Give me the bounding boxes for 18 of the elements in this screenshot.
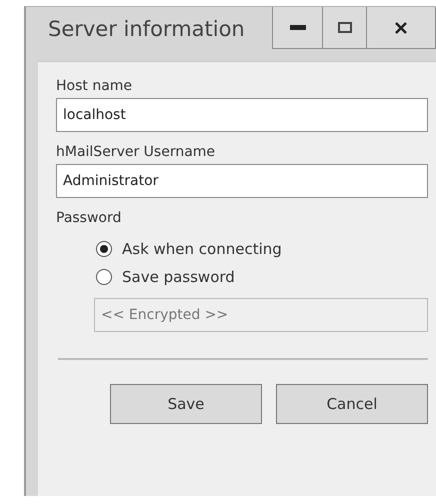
maximize-icon (338, 22, 352, 33)
dialog-button[interactable]: Cancel (276, 384, 428, 424)
dialog-button[interactable]: Save (110, 384, 262, 424)
radio-button[interactable] (96, 269, 112, 285)
minimize-button[interactable] (272, 7, 323, 49)
maximize-button[interactable] (322, 7, 367, 49)
window-title: Server information (47, 16, 246, 41)
field-label: Password (56, 210, 122, 226)
close-icon (395, 22, 407, 34)
field-label: hMailServer Username (56, 144, 216, 160)
radio-label[interactable]: Save password (122, 268, 235, 286)
radio-button[interactable] (96, 241, 112, 257)
field-label: Host name (56, 78, 134, 94)
minimize-icon (290, 25, 306, 30)
host-name-field[interactable]: localhost (56, 98, 428, 132)
close-button[interactable] (366, 7, 436, 49)
username-field[interactable]: Administrator (56, 164, 428, 198)
radio-label[interactable]: Ask when connecting (122, 240, 282, 258)
